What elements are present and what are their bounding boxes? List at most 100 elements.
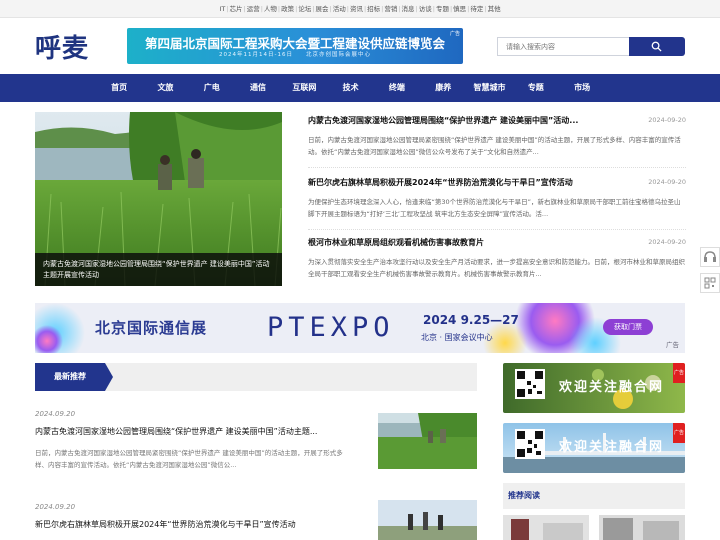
get-ticket-button[interactable]: 获取门票 — [603, 319, 653, 335]
nav-item[interactable]: 市场 — [559, 74, 605, 102]
site-logo[interactable]: 呼麦 — [35, 28, 89, 65]
link-separator: | — [243, 5, 246, 13]
top-link[interactable]: 活动 — [333, 5, 346, 13]
top-link[interactable]: 招标 — [367, 5, 380, 13]
top-link[interactable]: 政策 — [281, 5, 294, 13]
nav-item[interactable]: 文旅 — [142, 74, 188, 102]
nav-item[interactable]: 互联网 — [281, 74, 327, 102]
top-link[interactable]: 展会 — [316, 5, 329, 13]
main-nav: 首页 文旅 广电 通信 互联网 技术 终端 康养 智慧城市 专题 市场 — [0, 74, 720, 102]
ad-tag: 广告 — [673, 363, 685, 383]
news-item[interactable]: 内蒙古免渡河国家湿地公园管理局围绕“保护世界遗产 建设美丽中国”活动... 20… — [308, 115, 686, 173]
qr-float-button[interactable] — [700, 273, 720, 293]
divider — [308, 167, 686, 168]
news-date: 2024-09-20 — [648, 178, 686, 186]
divider — [308, 229, 686, 230]
link-separator: | — [312, 5, 315, 13]
thumbnail-photo — [378, 500, 477, 540]
qr-code — [515, 429, 545, 459]
follow-ad[interactable]: 欢迎关注融合网 广告 — [503, 423, 685, 473]
top-link[interactable]: 芯片 — [230, 5, 243, 13]
top-link[interactable]: 慎思 — [453, 5, 466, 13]
list-item[interactable]: 2024.09.20 新巴尔虎右旗林草局积极开展2024年“世界防治荒漠化与干旱… — [35, 500, 477, 540]
top-link[interactable]: 营销 — [384, 5, 397, 13]
top-link[interactable]: 资讯 — [350, 5, 363, 13]
search-input[interactable] — [497, 37, 630, 56]
link-separator: | — [398, 5, 401, 13]
nav-item[interactable]: 通信 — [235, 74, 281, 102]
service-float-button[interactable] — [700, 247, 720, 267]
list-item[interactable]: 2024.09.20 内蒙古免渡河国家湿地公园管理局围绕“保护世界遗产 建设美丽… — [35, 410, 477, 472]
item-date: 2024.09.20 — [35, 410, 76, 418]
nav-item[interactable]: 康养 — [420, 74, 466, 102]
nav-item[interactable]: 广电 — [189, 74, 235, 102]
nav-item[interactable]: 专题 — [513, 74, 559, 102]
news-title[interactable]: 根河市林业和草原局组织观看机械伤害事故教育片 — [308, 237, 608, 248]
recommend-thumbs[interactable] — [503, 515, 685, 540]
nav-item[interactable]: 技术 — [327, 74, 373, 102]
header-ad-subtitle: 2024年11月14日-16日 北京亦创国际会展中心 — [219, 52, 371, 58]
link-separator: | — [346, 5, 349, 13]
ptexpo-ad-banner[interactable]: 北京国际通信展 PTEXPO 2024 9.25—27 北京 · 国家会议中心 … — [35, 303, 685, 353]
news-summary: 日前，内蒙古免渡河国家湿地公园管理局紧密围绕“保护世界遗产 建设美丽中国”的活动… — [308, 136, 681, 156]
feature-image[interactable]: 内蒙古免渡河国家湿地公园管理局围绕“保护世界遗产 建设美丽中国”活动主题开展宣传… — [35, 112, 282, 286]
ad-title-zh: 北京国际通信展 — [95, 319, 208, 337]
follow-text: 欢迎关注融合网 — [559, 440, 665, 455]
item-title[interactable]: 内蒙古免渡河国家湿地公园管理局围绕“保护世界遗产 建设美丽中国”活动主题... — [35, 426, 355, 437]
qrcode-icon — [704, 277, 716, 289]
top-link[interactable]: 专题 — [436, 5, 449, 13]
link-separator: | — [295, 5, 298, 13]
ad-date: 2024 9.25—27 — [423, 313, 519, 327]
news-title[interactable]: 新巴尔虎右旗林草局积极开展2024年“世界防治荒漠化与干旱日”宣传活动 — [308, 177, 608, 188]
item-title[interactable]: 新巴尔虎右旗林草局积极开展2024年“世界防治荒漠化与干旱日”宣传活动 — [35, 519, 355, 530]
item-thumbnail[interactable] — [378, 413, 477, 469]
top-link[interactable]: 待定 — [470, 5, 483, 13]
nav-item[interactable]: 终端 — [374, 74, 420, 102]
top-link-bar: IT|芯片|运营|人物|政策|论坛|展会|活动|资讯|招标|营销|消息|访谈|专… — [0, 0, 720, 18]
news-summary: 为便保护生态环境理念深入人心，恰逢来临“第30个世界防治荒漠化与干旱日”，新右旗… — [308, 198, 681, 218]
link-separator: | — [363, 5, 367, 13]
feature-caption[interactable]: 内蒙古免渡河国家湿地公园管理局围绕“保护世界遗产 建设美丽中国”活动主题开展宣传… — [35, 253, 282, 286]
link-separator: | — [381, 5, 384, 13]
follow-text: 欢迎关注融合网 — [559, 380, 665, 395]
link-separator: | — [277, 5, 281, 13]
link-separator: | — [415, 5, 418, 13]
thumbnail-photo — [378, 413, 477, 469]
search-button[interactable] — [629, 37, 685, 56]
news-date: 2024-09-20 — [648, 238, 686, 246]
top-link[interactable]: 运营 — [247, 5, 260, 13]
top-link[interactable]: 其他 — [488, 5, 501, 13]
news-item[interactable]: 根河市林业和草原局组织观看机械伤害事故教育片 2024-09-20 为深入贯彻落… — [308, 237, 686, 289]
nav-item[interactable]: 智慧城市 — [466, 74, 512, 102]
link-separator: | — [226, 5, 229, 13]
site-header: 呼麦 第四届北京国际工程采购大会暨工程建设供应链博览会 2024年11月14日-… — [0, 19, 720, 74]
item-summary: 日前，内蒙古免渡河国家湿地公园管理局紧密围绕“保护世界遗产 建设美丽中国”的活动… — [35, 449, 343, 469]
news-date: 2024-09-20 — [648, 116, 686, 124]
top-link[interactable]: 访谈 — [419, 5, 432, 13]
link-separator: | — [484, 5, 487, 13]
nav-item[interactable]: 首页 — [96, 74, 142, 102]
news-title[interactable]: 内蒙古免渡河国家湿地公园管理局围绕“保护世界遗产 建设美丽中国”活动... — [308, 115, 608, 126]
news-summary: 为深入贯彻落实安全生产治本攻坚行动以及安全生产月活动要求，进一步提高安全意识和防… — [308, 258, 685, 278]
search-box — [497, 37, 685, 56]
link-separator: | — [449, 5, 453, 13]
recommend-photos — [503, 515, 685, 540]
news-item[interactable]: 新巴尔虎右旗林草局积极开展2024年“世界防治荒漠化与干旱日”宣传活动 2024… — [308, 177, 686, 235]
ad-tag: 广告 — [666, 341, 679, 349]
link-separator: | — [432, 5, 435, 13]
section-label: 最新推荐 — [35, 363, 105, 391]
item-thumbnail[interactable] — [378, 500, 477, 540]
recommend-section-header: 推荐阅读 — [503, 483, 685, 509]
header-ad-banner[interactable]: 第四届北京国际工程采购大会暨工程建设供应链博览会 2024年11月14日-16日… — [127, 28, 463, 64]
latest-section-header: 最新推荐 — [35, 363, 477, 391]
ad-location: 北京 · 国家会议中心 — [421, 333, 493, 342]
search-icon — [651, 41, 662, 52]
top-link[interactable]: 消息 — [402, 5, 415, 13]
top-link[interactable]: IT — [219, 5, 225, 13]
follow-ad[interactable]: 欢迎关注融合网 广告 — [503, 363, 685, 413]
top-link[interactable]: 论坛 — [298, 5, 311, 13]
qr-code — [515, 369, 545, 399]
section-label: 推荐阅读 — [508, 491, 540, 500]
headset-icon — [704, 251, 716, 262]
top-link[interactable]: 人物 — [264, 5, 277, 13]
